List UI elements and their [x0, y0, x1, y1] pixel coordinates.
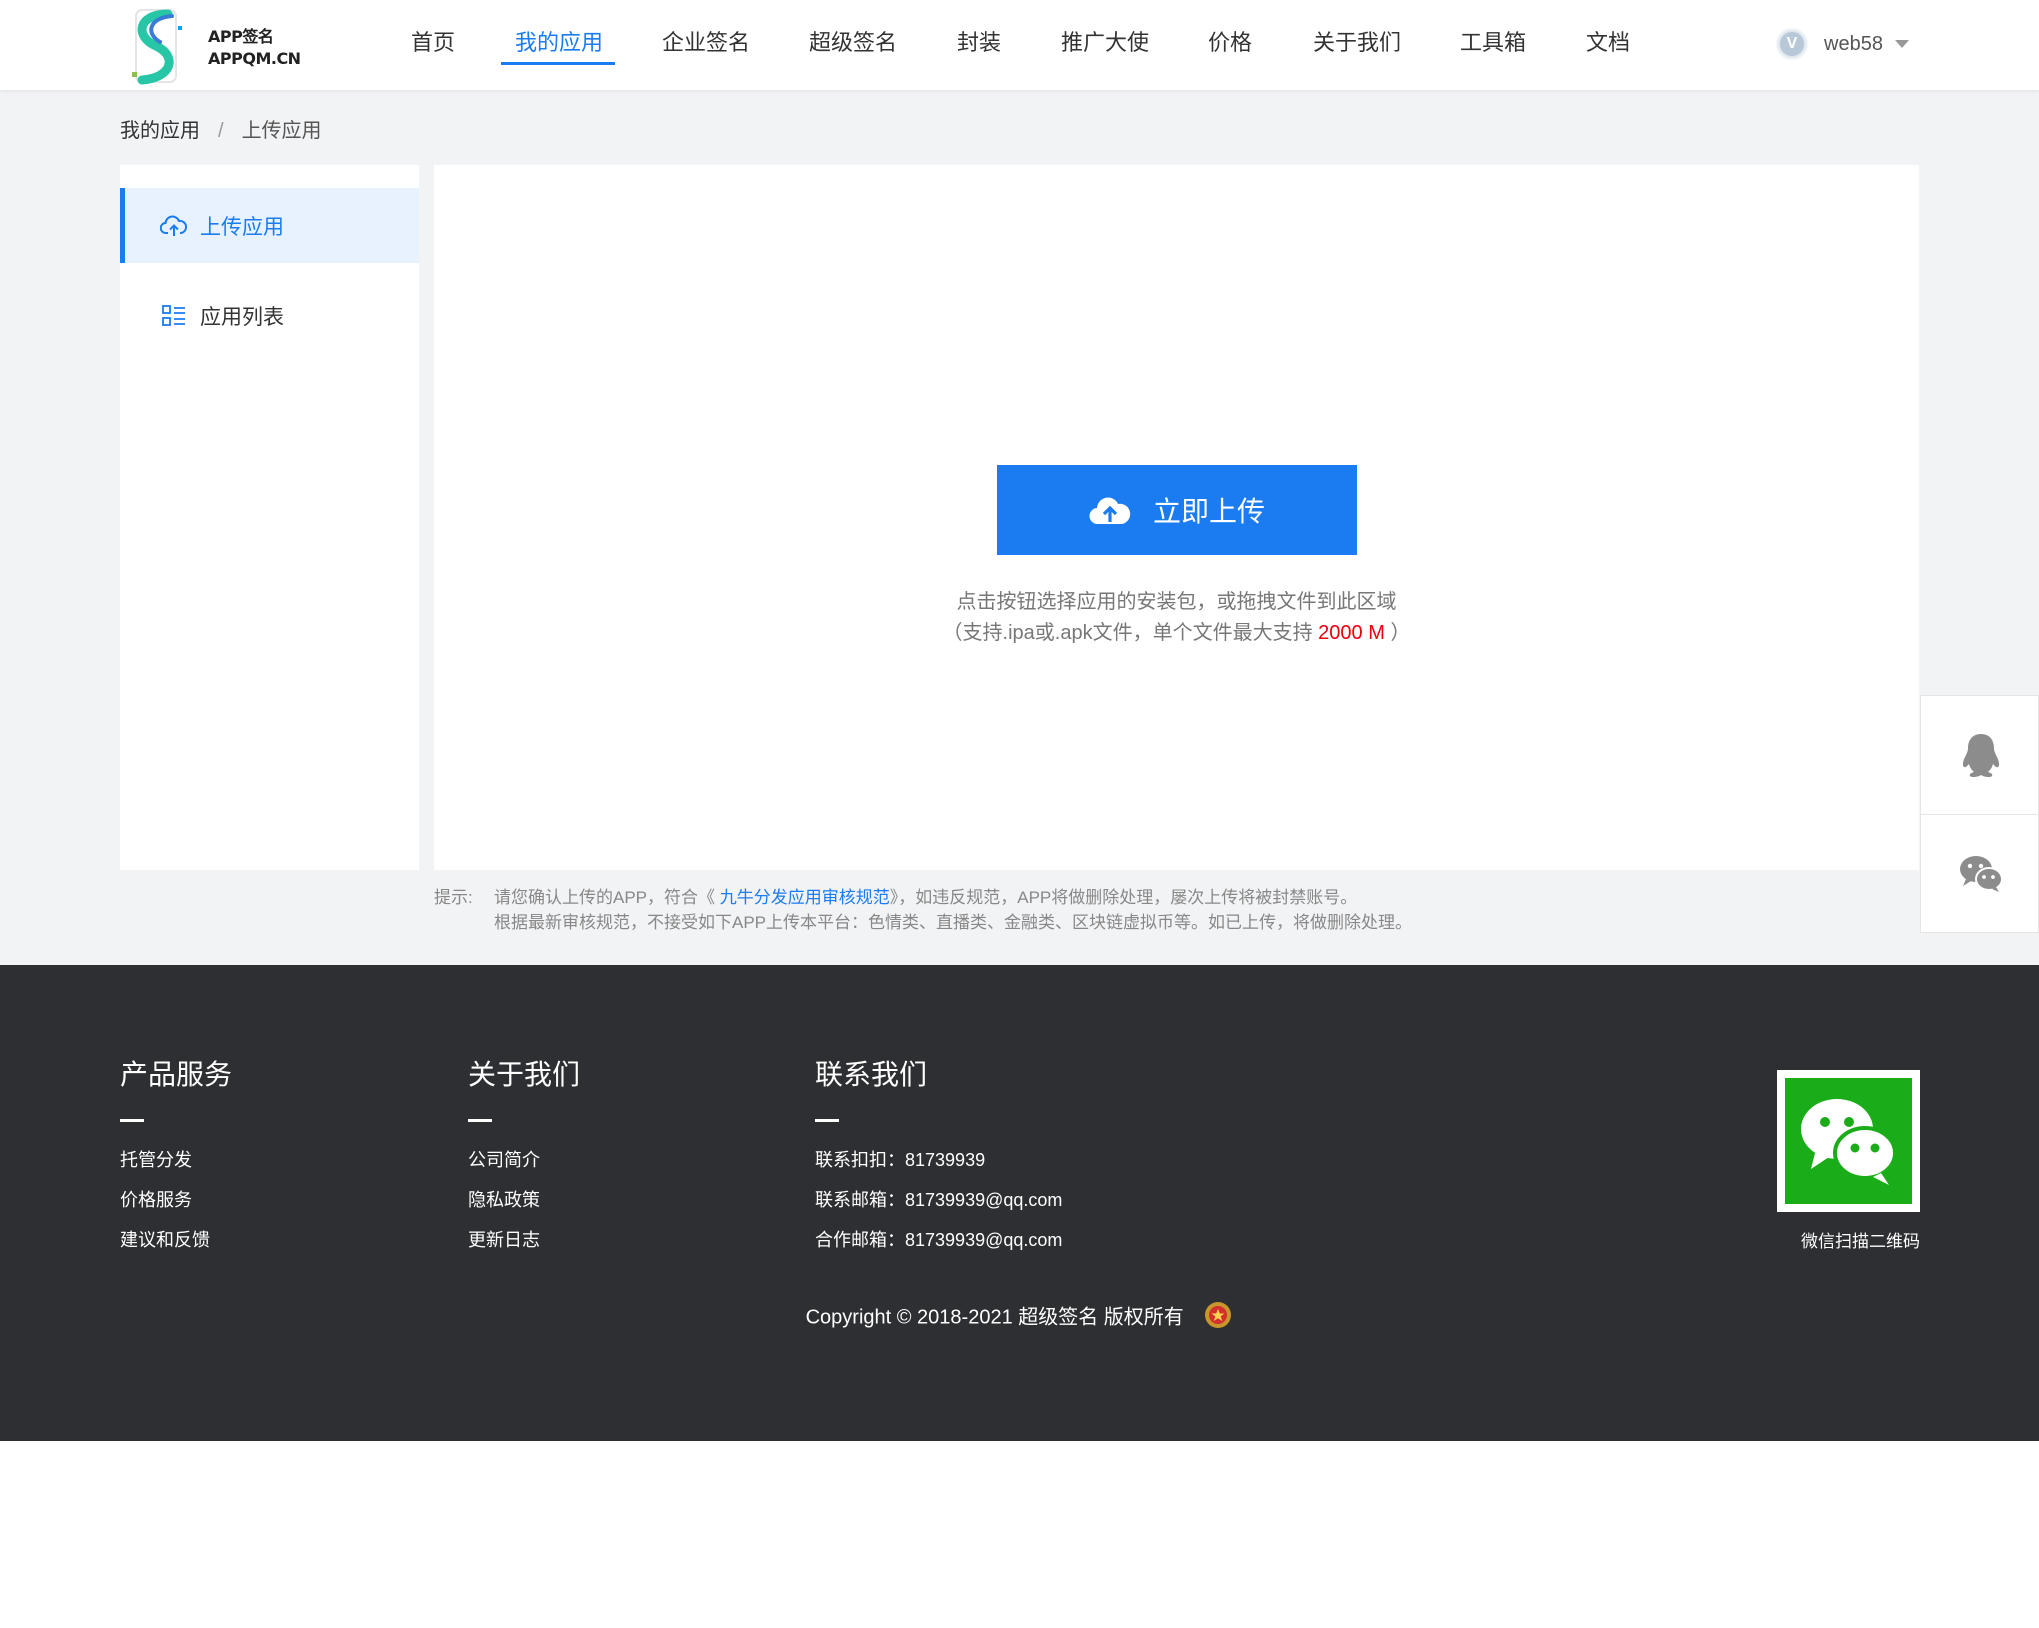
nav-about[interactable]: 关于我们: [1313, 26, 1401, 60]
copyright: Copyright © 2018-2021 超级签名 版权所有: [0, 1300, 2039, 1336]
sidebar-item-label: 应用列表: [200, 305, 284, 329]
nav-docs[interactable]: 文档: [1586, 26, 1630, 60]
footer: 产品服务 托管分发 价格服务 建议和反馈 关于我们 公司简介 隐私政策 更新日志…: [0, 965, 2039, 1441]
title-underline: [468, 1119, 492, 1122]
breadcrumb: 我的应用 / 上传应用: [120, 114, 322, 143]
upload-support-hint: （支持.ipa或.apk文件，单个文件最大支持 2000 M ）: [942, 622, 1411, 644]
title-underline: [815, 1119, 839, 1122]
copyright-text: Copyright © 2018-2021 超级签名 版权所有: [805, 1306, 1184, 1329]
upload-tips: 提示: 请您确认上传的APP，符合《 九牛分发应用审核规范》，如违反规范，APP将…: [434, 885, 1412, 935]
caret-down-icon: [1894, 40, 1909, 48]
qr-caption: 微信扫描二维码: [1801, 1232, 1920, 1251]
nav-toolbox[interactable]: 工具箱: [1460, 26, 1526, 60]
nav-my-apps[interactable]: 我的应用: [515, 26, 603, 60]
logo-s-icon: [132, 9, 182, 85]
nav-pricing[interactable]: 价格: [1208, 26, 1252, 60]
list-grid-icon: [160, 302, 188, 330]
logo-line-2: APPQM.CN: [208, 49, 301, 68]
breadcrumb-parent[interactable]: 我的应用: [120, 120, 200, 142]
footer-link-hosting[interactable]: 托管分发: [120, 1140, 232, 1180]
nav-home[interactable]: 首页: [411, 26, 455, 60]
footer-col-products: 产品服务 托管分发 价格服务 建议和反馈: [120, 1053, 232, 1260]
footer-link-pricing[interactable]: 价格服务: [120, 1180, 232, 1220]
wechat-qr-code: [1777, 1070, 1920, 1212]
max-size: 2000 M: [1318, 622, 1385, 644]
qq-icon: [1962, 734, 1999, 778]
police-badge-icon[interactable]: [1203, 1300, 1233, 1336]
footer-link-company[interactable]: 公司简介: [468, 1140, 580, 1180]
qq-contact-button[interactable]: [1921, 696, 2039, 814]
site-logo[interactable]: APP签名 APPQM.CN: [128, 6, 301, 86]
user-menu[interactable]: V web58: [1776, 26, 1909, 62]
avatar: V: [1776, 28, 1808, 60]
wechat-contact-button[interactable]: [1921, 814, 2039, 932]
footer-col-about: 关于我们 公司简介 隐私政策 更新日志: [468, 1053, 580, 1260]
breadcrumb-separator: /: [218, 120, 224, 142]
cloud-upload-icon: [160, 212, 188, 240]
upload-dropzone[interactable]: 立即上传 点击按钮选择应用的安装包，或拖拽文件到此区域 （支持.ipa或.apk…: [434, 165, 1919, 870]
upload-button-label: 立即上传: [1152, 496, 1265, 527]
upload-now-button[interactable]: 立即上传: [997, 465, 1357, 555]
footer-link-privacy[interactable]: 隐私政策: [468, 1180, 580, 1220]
sidebar-item-upload[interactable]: 上传应用: [120, 188, 419, 263]
footer-link-changelog[interactable]: 更新日志: [468, 1220, 580, 1260]
logo-line-1: APP签名: [208, 27, 274, 46]
footer-business-email[interactable]: 合作邮箱：81739939@qq.com: [815, 1220, 1062, 1260]
tips-line-2: 根据最新审核规范，不接受如下APP上传本平台：色情类、直播类、金融类、区块链虚拟…: [494, 913, 1413, 932]
footer-contact-email[interactable]: 联系邮箱：81739939@qq.com: [815, 1180, 1062, 1220]
cloud-upload-icon: [1089, 494, 1131, 526]
tips-label: 提示:: [434, 888, 473, 907]
breadcrumb-current: 上传应用: [241, 120, 322, 142]
review-policy-link[interactable]: 九牛分发应用审核规范: [720, 888, 890, 907]
upload-hint: 点击按钮选择应用的安装包，或拖拽文件到此区域: [956, 591, 1397, 613]
footer-col-title: 产品服务: [120, 1059, 233, 1090]
floating-contact-bar: [1920, 695, 2039, 933]
sidebar: 上传应用 应用列表: [120, 165, 419, 870]
footer-col-contact: 联系我们 联系扣扣：81739939 联系邮箱：81739939@qq.com …: [815, 1053, 1062, 1260]
footer-link-feedback[interactable]: 建议和反馈: [120, 1220, 232, 1260]
sidebar-item-app-list[interactable]: 应用列表: [120, 278, 419, 353]
nav-promoter[interactable]: 推广大使: [1061, 26, 1149, 60]
sidebar-item-label: 上传应用: [200, 215, 284, 239]
nav-super-sign[interactable]: 超级签名: [809, 26, 897, 60]
nav-enterprise-sign[interactable]: 企业签名: [662, 26, 750, 60]
nav-package[interactable]: 封装: [957, 26, 1001, 60]
username: web58: [1824, 32, 1883, 55]
top-navbar: APP签名 APPQM.CN 首页 我的应用 企业签名 超级签名 封装 推广大使…: [0, 0, 2039, 90]
footer-col-title: 关于我们: [468, 1059, 581, 1090]
nav-active-underline: [501, 62, 615, 65]
wechat-icon: [1800, 1099, 1897, 1185]
footer-contact-qq: 联系扣扣：81739939: [815, 1150, 986, 1170]
wechat-icon: [1959, 855, 2003, 892]
footer-col-title: 联系我们: [815, 1059, 928, 1090]
title-underline: [120, 1119, 144, 1122]
